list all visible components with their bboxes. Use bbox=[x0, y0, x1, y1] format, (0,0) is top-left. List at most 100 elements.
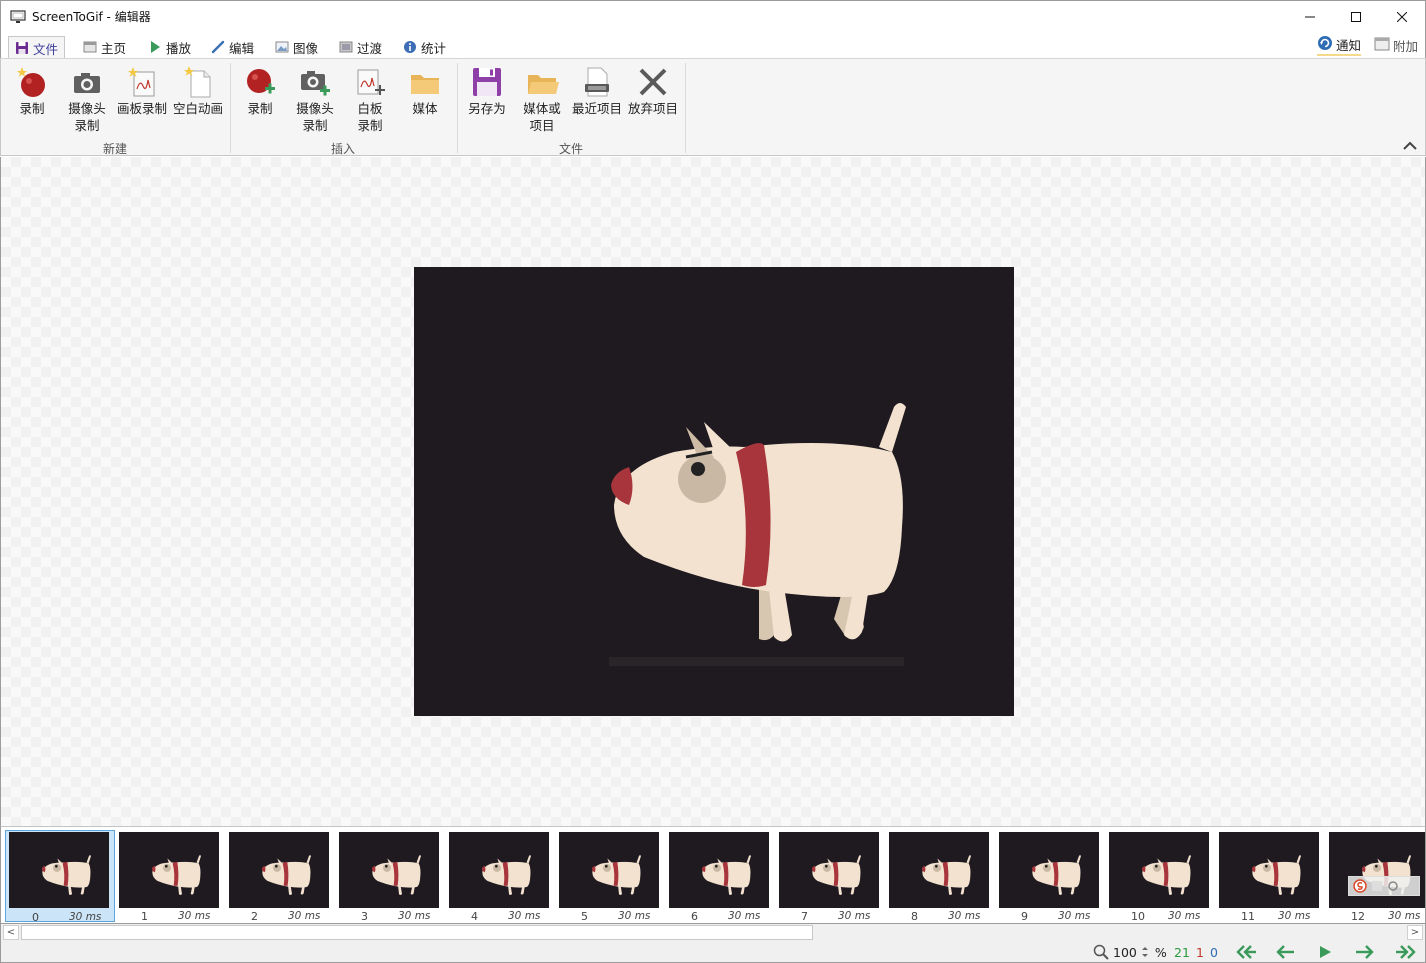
current-frame-image bbox=[414, 267, 1014, 716]
frame-thumbnail-image bbox=[999, 832, 1099, 908]
ime-mode-icon bbox=[1372, 881, 1382, 891]
home-icon bbox=[83, 40, 97, 54]
load-media-or-project-button[interactable]: 媒体或 项目 bbox=[515, 65, 569, 134]
frame-list[interactable]: 0 30 ms 1 30 ms 2 30 ms 3 30 ms 4 30 ms 5 30 ms 6 30 … bbox=[0, 826, 1426, 924]
tab-statistics[interactable]: 统计 bbox=[397, 36, 452, 58]
button-label-line2: 录制 bbox=[302, 118, 328, 133]
tab-image[interactable]: 图像 bbox=[269, 36, 324, 58]
maximize-button[interactable] bbox=[1333, 1, 1379, 32]
new-blank-animation-button[interactable]: 空白动画 bbox=[171, 65, 225, 117]
blank-file-icon bbox=[181, 65, 215, 99]
frame-duration: 30 ms bbox=[618, 910, 651, 922]
discard-icon bbox=[636, 65, 670, 99]
previous-frame-button[interactable] bbox=[1273, 943, 1299, 961]
frame-thumbnail[interactable]: 0 30 ms bbox=[5, 830, 115, 923]
ime-toolbar[interactable] bbox=[1348, 876, 1420, 896]
double-arrow-left-icon bbox=[1236, 945, 1256, 959]
frame-thumbnail-image bbox=[1329, 832, 1425, 908]
group-label-file: 文件 bbox=[559, 142, 584, 156]
tab-file[interactable]: 文件 bbox=[8, 36, 66, 59]
status-bar: 100 % 21 1 0 bbox=[0, 941, 1426, 963]
zoom-control[interactable]: 100 % bbox=[1093, 943, 1167, 961]
button-label-line1: 白板 bbox=[357, 101, 383, 116]
collapse-ribbon-button[interactable] bbox=[1401, 139, 1419, 153]
current-frame-index: 0 bbox=[1210, 944, 1218, 960]
record-icon bbox=[15, 65, 49, 99]
group-separator bbox=[230, 63, 231, 153]
discard-project-button[interactable]: 放弃项目 bbox=[626, 65, 680, 117]
frame-thumbnail[interactable]: 9 30 ms bbox=[995, 830, 1105, 923]
arrow-left-icon bbox=[1276, 945, 1294, 959]
extras-label: 附加 bbox=[1393, 38, 1419, 54]
window-title: ScreenToGif - 编辑器 bbox=[32, 10, 151, 24]
extras-tab[interactable]: 附加 bbox=[1374, 34, 1418, 56]
new-board-recording-button[interactable]: 画板录制 bbox=[115, 65, 169, 117]
ime-settings-icon bbox=[1388, 881, 1398, 891]
tab-transition[interactable]: 过渡 bbox=[333, 36, 388, 58]
frame-index: 6 bbox=[691, 910, 698, 923]
webcam-add-icon bbox=[298, 65, 332, 99]
close-button[interactable] bbox=[1379, 1, 1425, 32]
zoom-spinner-icon[interactable] bbox=[1141, 945, 1149, 959]
notifications-tab[interactable]: 通知 bbox=[1317, 34, 1362, 56]
tab-play[interactable]: 播放 bbox=[142, 36, 197, 58]
frame-list-scrollbar[interactable]: < > bbox=[0, 924, 1426, 941]
frame-thumbnail[interactable]: 10 30 ms bbox=[1105, 830, 1215, 923]
insert-board-recording-button[interactable]: 白板 录制 bbox=[343, 65, 397, 134]
tab-label: 图像 bbox=[293, 40, 319, 56]
frame-thumbnail[interactable]: 8 30 ms bbox=[885, 830, 995, 923]
button-label: 录制 bbox=[19, 101, 45, 116]
tab-label: 主页 bbox=[101, 40, 127, 56]
double-arrow-right-icon bbox=[1396, 945, 1416, 959]
zoom-value[interactable]: 100 bbox=[1113, 945, 1137, 960]
frame-thumbnail[interactable]: 6 30 ms bbox=[665, 830, 775, 923]
button-label: 空白动画 bbox=[172, 101, 223, 116]
frame-thumbnail-image bbox=[119, 832, 219, 908]
scrollbar-thumb[interactable] bbox=[21, 925, 813, 940]
next-frame-button[interactable] bbox=[1351, 943, 1377, 961]
tab-edit[interactable]: 编辑 bbox=[205, 36, 260, 58]
floppy-icon bbox=[470, 65, 504, 99]
frame-index: 8 bbox=[911, 910, 918, 923]
recent-projects-icon bbox=[580, 65, 614, 99]
extras-icon bbox=[1374, 37, 1390, 54]
webcam-icon bbox=[70, 65, 104, 99]
scroll-left-button[interactable]: < bbox=[3, 925, 19, 940]
frame-duration: 30 ms bbox=[1058, 910, 1091, 922]
insert-webcam-recording-button[interactable]: 摄像头 录制 bbox=[288, 65, 342, 134]
frame-thumbnail[interactable]: 4 30 ms bbox=[445, 830, 555, 923]
frame-index: 12 bbox=[1351, 910, 1365, 923]
frame-thumbnail[interactable]: 2 30 ms bbox=[225, 830, 335, 923]
editor-canvas[interactable] bbox=[0, 157, 1426, 826]
button-label: 录制 bbox=[247, 101, 273, 116]
group-label-new: 新建 bbox=[103, 142, 128, 156]
frame-index: 3 bbox=[361, 910, 368, 923]
frame-thumbnail[interactable]: 7 30 ms bbox=[775, 830, 885, 923]
zoom-icon bbox=[1093, 944, 1109, 960]
save-as-button[interactable]: 另存为 bbox=[460, 65, 514, 117]
frame-thumbnail[interactable]: 3 30 ms bbox=[335, 830, 445, 923]
frame-index: 1 bbox=[141, 910, 148, 923]
frame-thumbnail[interactable]: 11 30 ms bbox=[1215, 830, 1325, 923]
frame-duration: 30 ms bbox=[1388, 910, 1421, 922]
frame-thumbnail-image bbox=[339, 832, 439, 908]
insert-recording-button[interactable]: 录制 bbox=[233, 65, 287, 117]
button-label: 放弃项目 bbox=[627, 101, 678, 116]
frame-count: 21 bbox=[1174, 944, 1190, 960]
frame-duration: 30 ms bbox=[948, 910, 981, 922]
minimize-button[interactable] bbox=[1287, 1, 1333, 32]
last-frame-button[interactable] bbox=[1393, 943, 1419, 961]
new-webcam-recording-button[interactable]: 摄像头 录制 bbox=[60, 65, 114, 134]
frame-thumbnail[interactable]: 5 30 ms bbox=[555, 830, 665, 923]
play-button[interactable] bbox=[1312, 943, 1338, 961]
frame-thumbnail[interactable]: 1 30 ms bbox=[115, 830, 225, 923]
tab-label: 编辑 bbox=[229, 40, 255, 56]
recent-projects-button[interactable]: 最近项目 bbox=[570, 65, 624, 117]
button-label-line2: 录制 bbox=[74, 118, 100, 133]
play-icon bbox=[1320, 946, 1331, 958]
first-frame-button[interactable] bbox=[1233, 943, 1259, 961]
tab-home[interactable]: 主页 bbox=[77, 36, 132, 58]
insert-media-button[interactable]: 媒体 bbox=[398, 65, 452, 117]
new-recording-button[interactable]: 录制 bbox=[5, 65, 59, 117]
scroll-right-button[interactable]: > bbox=[1407, 925, 1423, 940]
